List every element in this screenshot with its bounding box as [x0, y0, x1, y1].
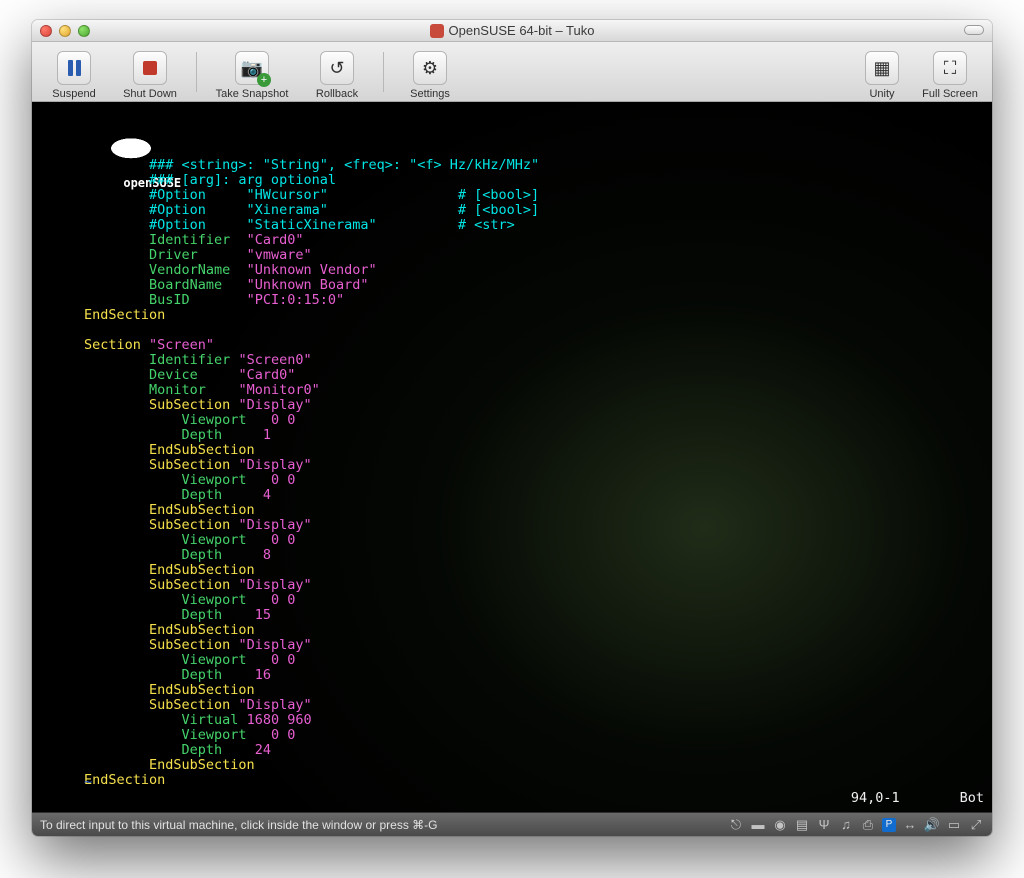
vim-status-line: 94,0-1 Bot — [40, 791, 984, 806]
suspend-button[interactable]: Suspend — [38, 44, 110, 100]
network-icon[interactable]: ↔ — [902, 817, 918, 833]
toolbar-separator — [196, 52, 197, 92]
vim-tilde: ~ — [84, 775, 92, 790]
stop-icon — [143, 61, 157, 75]
window-title-text: OpenSUSE 64-bit – Tuko — [449, 23, 595, 38]
cursor-position: 94,0-1 — [851, 791, 900, 806]
unity-label: Unity — [869, 88, 894, 100]
minimize-icon[interactable] — [59, 25, 71, 37]
rollback-label: Rollback — [316, 88, 358, 100]
fullscreen-icon: ⛶ — [944, 59, 957, 77]
titlebar: OpenSUSE 64-bit – Tuko — [32, 20, 992, 42]
settings-button[interactable]: ⚙ Settings — [394, 44, 466, 100]
status-bar: To direct input to this virtual machine,… — [32, 812, 992, 836]
toolbar: Suspend Shut Down 📷+ Take Snapshot ↺ Rol… — [32, 42, 992, 102]
plus-badge-icon: + — [257, 73, 271, 87]
snapshot-label: Take Snapshot — [216, 88, 289, 100]
expand-icon[interactable]: ⤢ — [968, 817, 984, 833]
bluetooth-icon[interactable]: ⎋ — [728, 817, 744, 833]
printer-icon[interactable]: ⎙ — [860, 817, 876, 833]
display-icon[interactable]: ▭ — [946, 817, 962, 833]
tools-icon[interactable]: P — [882, 818, 896, 832]
scroll-position: Bot — [960, 791, 984, 806]
unity-button[interactable]: ▦ Unity — [854, 44, 910, 100]
vm-window: OpenSUSE 64-bit – Tuko Suspend Shut Down… — [32, 20, 992, 836]
shutdown-button[interactable]: Shut Down — [114, 44, 186, 100]
floppy-icon[interactable]: ▤ — [794, 817, 810, 833]
rollback-icon: ↺ — [329, 59, 344, 77]
usb-icon[interactable]: Ψ — [816, 817, 832, 833]
status-hint: To direct input to this virtual machine,… — [40, 818, 438, 832]
suspend-label: Suspend — [52, 88, 95, 100]
volume-icon[interactable]: 🔊 — [924, 817, 940, 833]
fullscreen-button[interactable]: ⛶ Full Screen — [914, 44, 986, 100]
titlebar-pill-icon[interactable] — [964, 25, 984, 35]
sound-icon[interactable]: ♫ — [838, 817, 854, 833]
shutdown-label: Shut Down — [123, 88, 177, 100]
hdd-icon[interactable]: ▬ — [750, 817, 766, 833]
vm-console[interactable]: openSUSE ### <string>: "String", <freq>:… — [32, 102, 992, 812]
settings-icon: ⚙ — [422, 59, 438, 77]
settings-label: Settings — [410, 88, 450, 100]
vm-icon — [430, 24, 444, 38]
pause-icon — [68, 60, 81, 76]
rollback-button[interactable]: ↺ Rollback — [301, 44, 373, 100]
fullscreen-label: Full Screen — [922, 88, 978, 100]
toolbar-separator — [383, 52, 384, 92]
cdrom-icon[interactable]: ◉ — [772, 817, 788, 833]
zoom-icon[interactable] — [78, 25, 90, 37]
window-title: OpenSUSE 64-bit – Tuko — [32, 23, 992, 38]
close-icon[interactable] — [40, 25, 52, 37]
window-controls — [40, 25, 90, 37]
unity-icon: ▦ — [873, 59, 890, 77]
snapshot-button[interactable]: 📷+ Take Snapshot — [207, 44, 297, 100]
editor-content: ### <string>: "String", <freq>: "<f> Hz/… — [84, 158, 980, 788]
